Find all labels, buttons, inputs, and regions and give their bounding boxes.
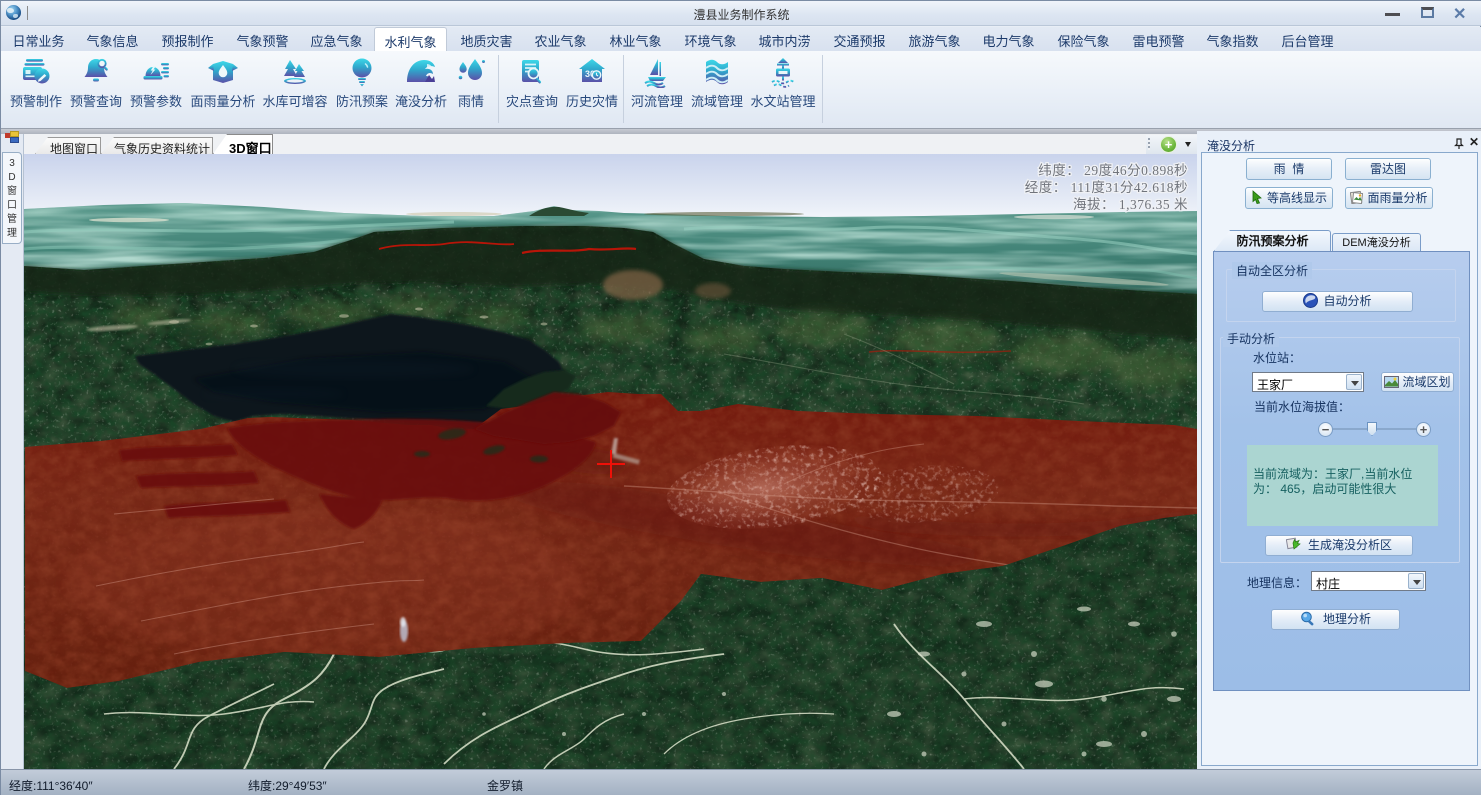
svg-text:经度： 111度31分42.618秒: 经度： 111度31分42.618秒 — [1025, 180, 1188, 195]
svg-text:海拔： 1,376.35 米: 海拔： 1,376.35 米 — [1073, 197, 1188, 212]
svg-text:纬度： 29度46分0.898秒: 纬度： 29度46分0.898秒 — [1038, 163, 1188, 178]
